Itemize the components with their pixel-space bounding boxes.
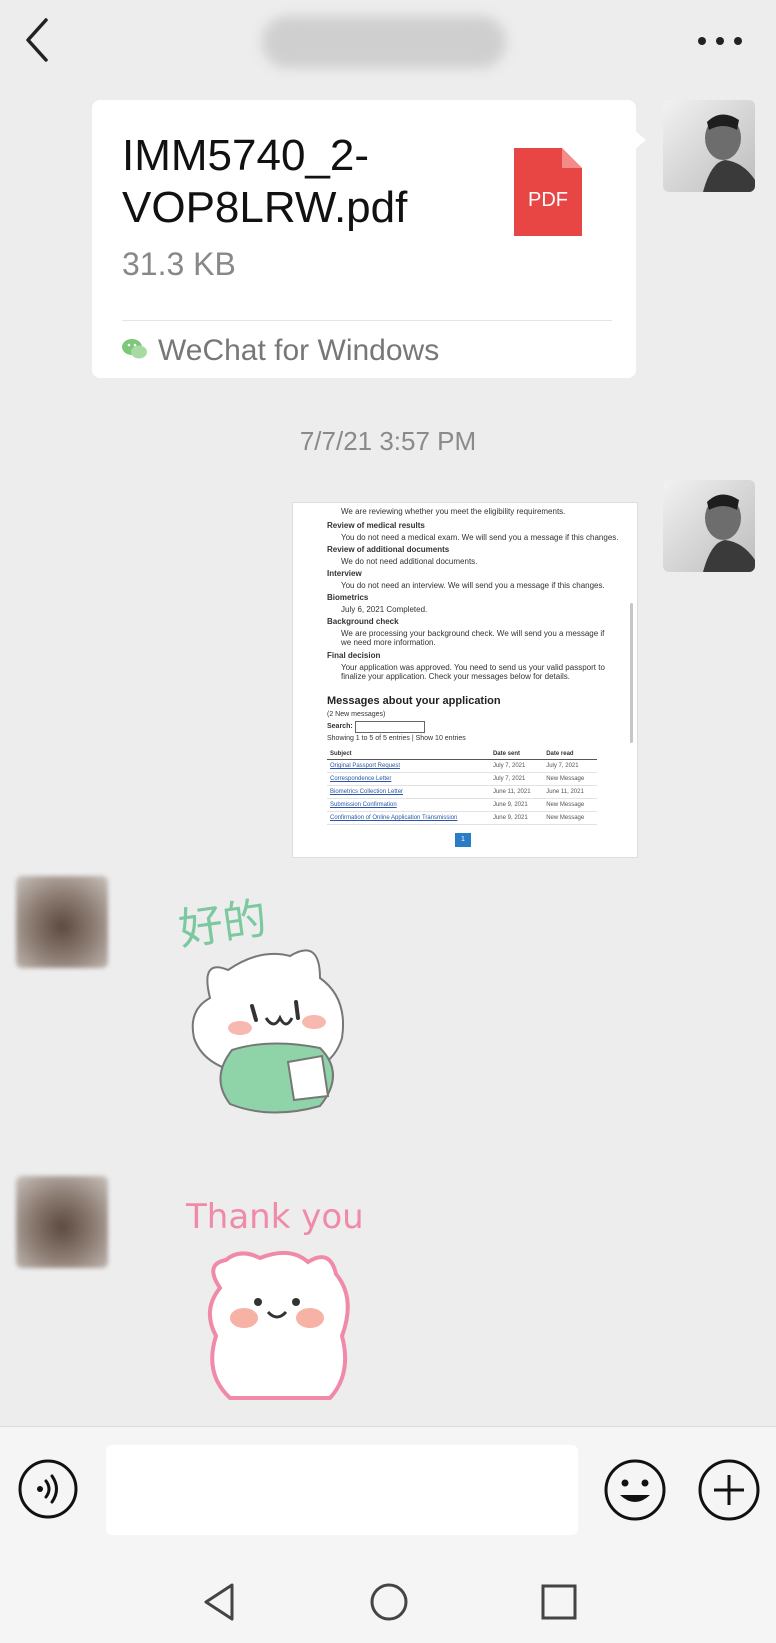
- doc-cell: New Message: [543, 772, 597, 786]
- doc-scrollbar: [630, 603, 633, 743]
- doc-text: You do not need an interview. We will se…: [341, 581, 605, 590]
- divider: [122, 320, 612, 321]
- doc-cell: Original Passport Request: [327, 759, 490, 773]
- top-bar: [0, 0, 776, 86]
- doc-text: Final decision: [327, 651, 381, 660]
- file-message-card[interactable]: IMM5740_2-VOP8LRW.pdf 31.3 KB PDF WeChat…: [92, 100, 646, 378]
- avatar-contact[interactable]: [16, 1176, 108, 1268]
- doc-text: Background check: [327, 617, 399, 626]
- emoji-icon[interactable]: [602, 1457, 668, 1523]
- doc-text: Review of additional documents: [327, 545, 450, 554]
- doc-cell: Biometrics Collection Letter: [327, 785, 490, 799]
- avatar-me[interactable]: [663, 480, 755, 572]
- doc-cell: Submission Confirmation: [327, 798, 490, 812]
- message-timestamp: 7/7/21 3:57 PM: [299, 426, 477, 456]
- table-row: Confirmation of Online Application Trans…: [327, 811, 597, 825]
- doc-cell: Correspondence Letter: [327, 772, 490, 786]
- more-dots-icon[interactable]: [690, 24, 750, 58]
- doc-col-header: Date sent: [489, 749, 544, 760]
- doc-text: You do not need a medical exam. We will …: [341, 533, 619, 542]
- voice-icon[interactable]: [16, 1457, 80, 1521]
- doc-search-label: Search:: [327, 723, 353, 730]
- avatar-me[interactable]: [663, 100, 755, 192]
- table-row: Submission Confirmation June 9, 2021 New…: [327, 798, 597, 812]
- doc-heading: Messages about your application: [327, 695, 501, 707]
- back-chevron-icon[interactable]: [18, 14, 62, 66]
- doc-cell: July 7, 2021: [489, 759, 544, 773]
- doc-table: Subject Date sent Date read Original Pas…: [327, 749, 597, 825]
- doc-cell: New Message: [543, 811, 597, 825]
- doc-text: Interview: [327, 569, 362, 578]
- sticker-bear-thank-you[interactable]: Thank you: [180, 1178, 380, 1418]
- doc-cell: July 7, 2021: [543, 759, 597, 773]
- doc-cell: New Message: [543, 798, 597, 812]
- doc-cell: June 9, 2021: [489, 811, 544, 825]
- input-bar: [0, 1426, 776, 1643]
- doc-text: July 6, 2021 Completed.: [341, 605, 428, 614]
- sticker-text: Thank you: [185, 1197, 364, 1237]
- doc-cell: June 11, 2021: [543, 785, 597, 799]
- table-row: Correspondence Letter July 7, 2021 New M…: [327, 772, 597, 786]
- table-row: Original Passport Request July 7, 2021 J…: [327, 759, 597, 773]
- doc-showing: Showing 1 to 5 of 5 entries | Show 10 en…: [327, 735, 466, 742]
- chat-area[interactable]: IMM5740_2-VOP8LRW.pdf 31.3 KB PDF WeChat…: [0, 86, 776, 1426]
- doc-text: Review of medical results: [327, 521, 425, 530]
- sticker-text: 好的: [176, 893, 270, 956]
- doc-cell: June 11, 2021: [489, 785, 544, 799]
- doc-text: We do not need additional documents.: [341, 557, 478, 566]
- doc-text: We are reviewing whether you meet the el…: [341, 507, 566, 516]
- sticker-cat-ok[interactable]: 好的: [170, 878, 390, 1128]
- file-source: WeChat for Windows: [158, 334, 440, 367]
- image-message-document-screenshot[interactable]: We are reviewing whether you meet the el…: [292, 502, 638, 858]
- doc-search-box: [355, 721, 425, 733]
- chat-title-blurred: [262, 16, 506, 68]
- pdf-label: PDF: [528, 189, 568, 211]
- doc-col-header: Subject: [327, 749, 490, 760]
- doc-cell: June 9, 2021: [489, 798, 544, 812]
- table-row: Biometrics Collection Letter June 11, 20…: [327, 785, 597, 799]
- message-input[interactable]: [106, 1445, 578, 1535]
- file-size: 31.3 KB: [122, 246, 236, 282]
- doc-text: Biometrics: [327, 593, 369, 602]
- wechat-icon: [122, 339, 147, 359]
- doc-cell: Confirmation of Online Application Trans…: [327, 811, 490, 825]
- doc-new-messages: (2 New messages): [327, 711, 386, 718]
- doc-cell: July 7, 2021: [489, 772, 544, 786]
- doc-pager: 1: [455, 833, 471, 847]
- nav-recent-icon[interactable]: [536, 1579, 582, 1625]
- nav-home-icon[interactable]: [366, 1579, 412, 1625]
- doc-text: Your application was approved. You need …: [341, 663, 605, 681]
- pdf-file-icon: PDF: [514, 148, 582, 236]
- avatar-contact[interactable]: [16, 876, 108, 968]
- plus-icon[interactable]: [696, 1457, 762, 1523]
- nav-back-icon[interactable]: [196, 1579, 242, 1625]
- doc-text: We are processing your background check.…: [341, 629, 605, 647]
- file-name: IMM5740_2-VOP8LRW.pdf: [122, 131, 408, 232]
- doc-col-header: Date read: [543, 749, 597, 760]
